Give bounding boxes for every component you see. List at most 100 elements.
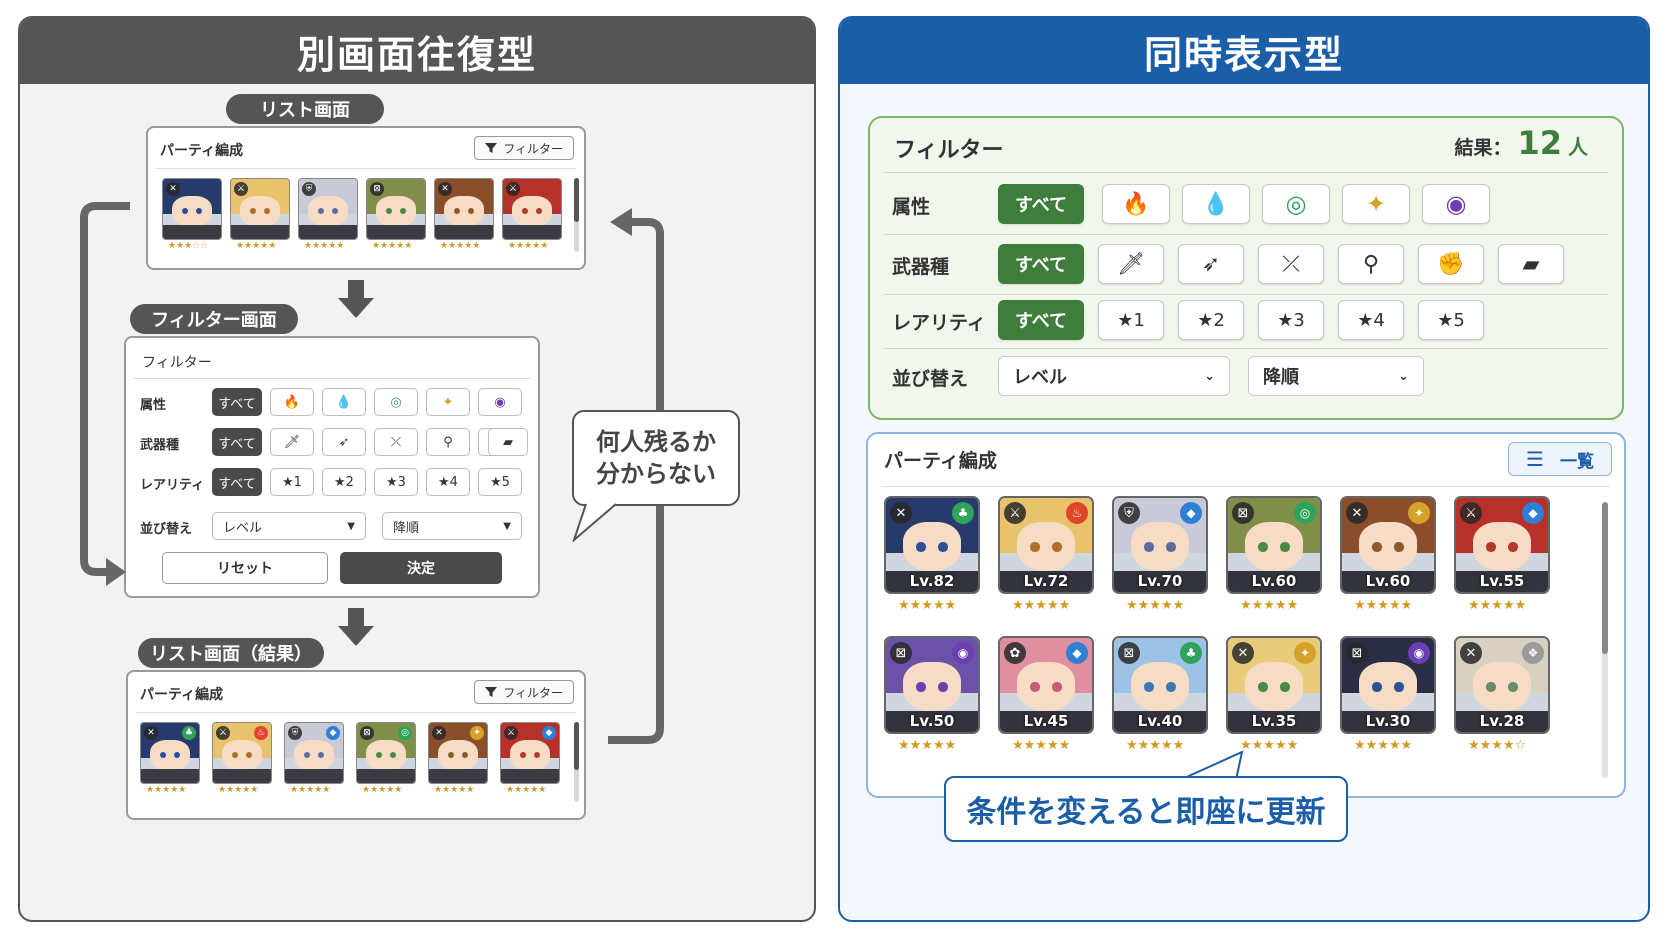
- rarity-3-chip[interactable]: ★3: [374, 468, 418, 496]
- water-filter-chip[interactable]: 💧: [1182, 184, 1250, 224]
- order-select[interactable]: 降順 ⌄: [1248, 356, 1424, 396]
- character-avatar[interactable]: ✕ ✦ Lv.60: [1340, 496, 1436, 594]
- list-scrollbar[interactable]: [574, 178, 579, 252]
- staff-filter-chip[interactable]: ⚲: [426, 428, 470, 456]
- rarity-3-chip[interactable]: ★3: [1258, 300, 1324, 340]
- light-filter-chip[interactable]: ✦: [1342, 184, 1410, 224]
- element-badge-icon: ✦: [1294, 642, 1316, 664]
- fire-filter-chip[interactable]: 🔥: [1102, 184, 1170, 224]
- weapon-all-chip[interactable]: すべて: [998, 244, 1084, 284]
- fire-filter-chip[interactable]: 🔥: [270, 388, 314, 416]
- water-icon: 💧: [335, 394, 353, 410]
- staff-filter-chip[interactable]: ⚲: [1338, 244, 1404, 284]
- spear-filter-chip[interactable]: ➶: [1178, 244, 1244, 284]
- speech-tail: [572, 503, 617, 542]
- confirm-button[interactable]: 決定: [340, 552, 502, 584]
- character-avatar[interactable]: ⚔ ♨ Lv.72: [998, 496, 1094, 594]
- character-avatar[interactable]: ✕: [162, 178, 222, 240]
- wind-filter-chip[interactable]: ◎: [1262, 184, 1330, 224]
- character-avatar[interactable]: ⊠: [366, 178, 426, 240]
- filter-section: フィルター 結果： 12 人 属性 すべて 🔥 💧 ◎ ✦ ◉ 武器種 すべて …: [868, 116, 1624, 420]
- sort-select[interactable]: レベル ▼: [212, 512, 366, 540]
- character-avatar[interactable]: ⚔ ◆: [500, 722, 560, 784]
- character-avatar[interactable]: ⚔: [230, 178, 290, 240]
- filter-button[interactable]: フィルター: [474, 680, 574, 704]
- rarity-stars: ★★★★★: [304, 241, 345, 251]
- rarity-1-chip[interactable]: ★1: [1098, 300, 1164, 340]
- left-panel-title: 別画面往復型: [20, 18, 814, 84]
- book-filter-chip[interactable]: ▰: [488, 428, 528, 456]
- spear-filter-chip[interactable]: ➶: [322, 428, 366, 456]
- character-avatar[interactable]: ⊠ ◉ Lv.30: [1340, 636, 1436, 734]
- element-badge-icon: ◆: [542, 726, 556, 740]
- rarity-label: レアリティ: [892, 312, 986, 334]
- character-avatar[interactable]: ⊠ ◎: [356, 722, 416, 784]
- character-avatar[interactable]: ✿ ◆ Lv.45: [998, 636, 1094, 734]
- character-avatar[interactable]: ⊠ ◉ Lv.50: [884, 636, 980, 734]
- weapon-all-chip[interactable]: すべて: [212, 428, 262, 456]
- party-scrollbar[interactable]: [1602, 502, 1608, 778]
- rarity-stars: ★★★★★: [898, 598, 957, 613]
- attribute-all-chip[interactable]: すべて: [212, 388, 262, 416]
- rarity-4-chip[interactable]: ★4: [426, 468, 470, 496]
- simultaneous-panel: 同時表示型 フィルター 結果： 12 人 属性 すべて 🔥 💧 ◎ ✦ ◉ 武器…: [838, 16, 1650, 922]
- sort-select[interactable]: レベル ⌄: [998, 356, 1230, 396]
- weapon-badge-icon: ⊠: [1232, 502, 1254, 524]
- down-arrow-icon: [338, 280, 374, 318]
- weapon-label: 武器種: [140, 438, 180, 453]
- bow-filter-chip[interactable]: ⤫: [374, 428, 418, 456]
- order-select[interactable]: 降順 ▼: [382, 512, 522, 540]
- rarity-stars: ★★★★☆: [1468, 738, 1527, 753]
- character-avatar[interactable]: ⊠ ♣ Lv.40: [1112, 636, 1208, 734]
- light-filter-chip[interactable]: ✦: [426, 388, 470, 416]
- character-avatar[interactable]: ✕ ♣ Lv.82: [884, 496, 980, 594]
- character-avatar[interactable]: ⚔: [502, 178, 562, 240]
- character-avatar[interactable]: ✕ ♣: [140, 722, 200, 784]
- list-view-label: 一覧: [1559, 451, 1594, 472]
- rarity-all-chip[interactable]: すべて: [998, 300, 1084, 340]
- water-filter-chip[interactable]: 💧: [322, 388, 366, 416]
- character-level: Lv.50: [909, 712, 955, 730]
- sword-icon: 🗡: [1117, 251, 1145, 277]
- character-avatar[interactable]: ✕ ✦: [428, 722, 488, 784]
- character-avatar[interactable]: ⊠ ◎ Lv.60: [1226, 496, 1322, 594]
- rarity-2-chip[interactable]: ★2: [322, 468, 366, 496]
- result-scrollbar[interactable]: [574, 722, 579, 802]
- weapon-badge-icon: ✕: [1346, 502, 1368, 524]
- sort-select-value: レベル: [223, 520, 263, 536]
- element-badge-icon: ◉: [952, 642, 974, 664]
- element-badge-icon: ◎: [398, 726, 412, 740]
- character-avatar[interactable]: ⚔ ♨: [212, 722, 272, 784]
- rarity-5-chip[interactable]: ★5: [478, 468, 522, 496]
- order-select-value: 降順: [1263, 367, 1299, 388]
- dark-filter-chip[interactable]: ◉: [478, 388, 522, 416]
- list-view-button[interactable]: ☰ 一覧: [1508, 442, 1612, 476]
- dark-filter-chip[interactable]: ◉: [1422, 184, 1490, 224]
- character-avatar[interactable]: ⛨: [298, 178, 358, 240]
- wind-filter-chip[interactable]: ◎: [374, 388, 418, 416]
- character-avatar[interactable]: ✕ ✦ Lv.35: [1226, 636, 1322, 734]
- sword-filter-chip[interactable]: 🗡: [270, 428, 314, 456]
- sword-filter-chip[interactable]: 🗡: [1098, 244, 1164, 284]
- rarity-stars: ★★★★★: [508, 241, 549, 251]
- character-avatar[interactable]: ✕ ❖ Lv.28: [1454, 636, 1550, 734]
- rarity-all-chip[interactable]: すべて: [212, 468, 262, 496]
- rarity-5-chip[interactable]: ★5: [1418, 300, 1484, 340]
- character-avatar[interactable]: ✕: [434, 178, 494, 240]
- rarity-1-chip[interactable]: ★1: [270, 468, 314, 496]
- fist-filter-chip[interactable]: ✊: [1418, 244, 1484, 284]
- rarity-2-chip[interactable]: ★2: [1178, 300, 1244, 340]
- reset-button[interactable]: リセット: [162, 552, 328, 584]
- character-avatar[interactable]: ⛨ ◆ Lv.70: [1112, 496, 1208, 594]
- filter-button[interactable]: フィルター: [474, 136, 574, 160]
- bow-filter-chip[interactable]: ⤫: [1258, 244, 1324, 284]
- book-filter-chip[interactable]: ▰: [1498, 244, 1564, 284]
- attribute-all-chip[interactable]: すべて: [998, 184, 1084, 224]
- bow-icon: ⤫: [1282, 251, 1300, 277]
- character-avatar[interactable]: ⛨ ◆: [284, 722, 344, 784]
- dark-icon: ◉: [1445, 190, 1467, 218]
- character-avatar[interactable]: ⚔ ◆ Lv.55: [1454, 496, 1550, 594]
- rarity-4-chip[interactable]: ★4: [1338, 300, 1404, 340]
- character-level: Lv.55: [1479, 572, 1525, 590]
- sort-label: 並び替え: [892, 368, 969, 390]
